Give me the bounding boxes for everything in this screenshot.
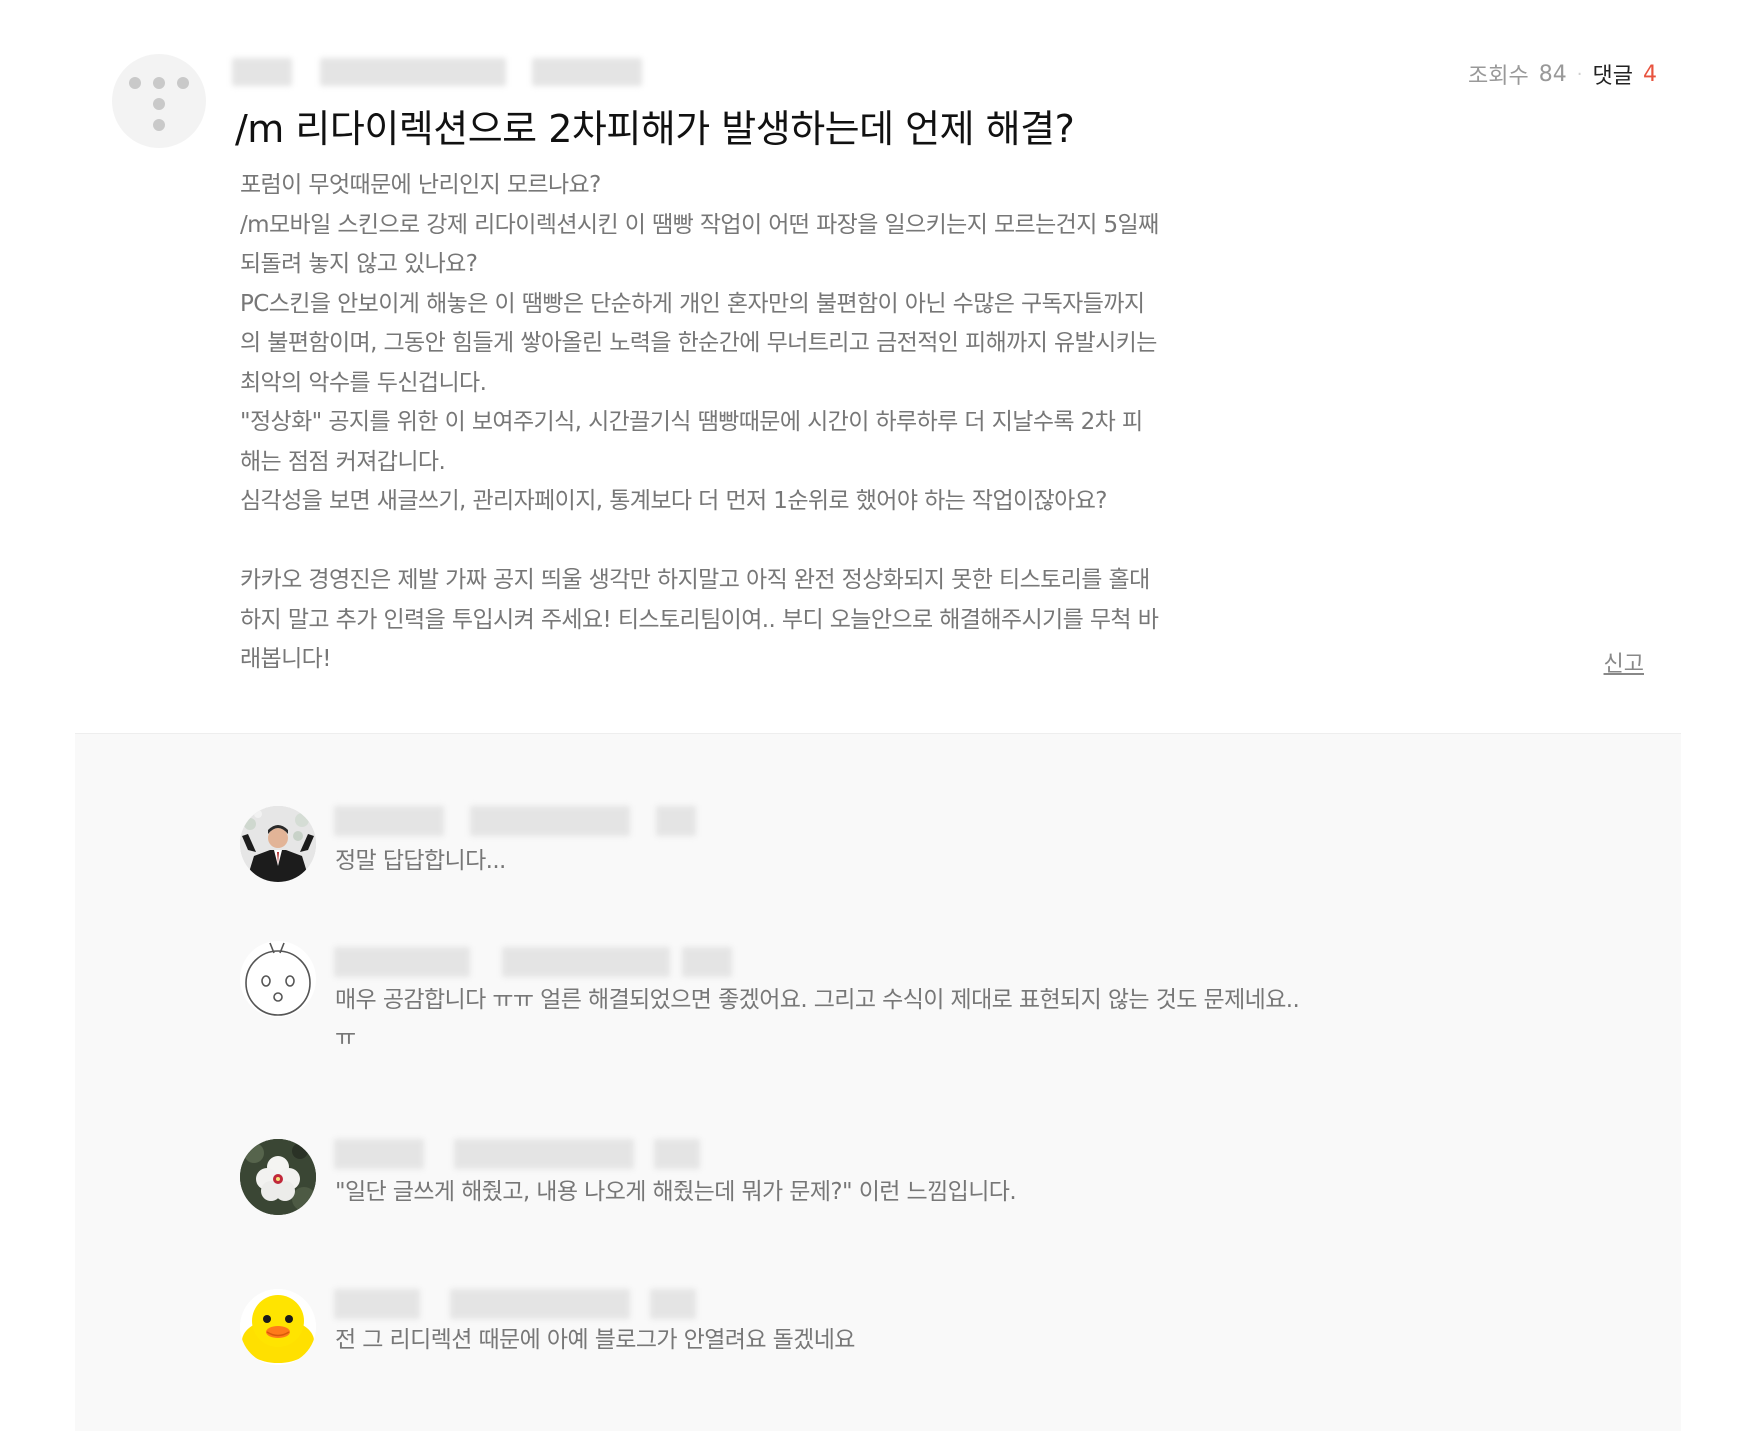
forum-post: 조회수 84 · 댓글 4 /m 리다이렉션으로 2차피해가 발생하는데 언제 … [0,0,1752,738]
comment-line: ㅠ [335,1025,356,1051]
suit-man-avatar[interactable] [240,806,316,882]
duck-image [240,1289,316,1365]
comment-text: "일단 글쓰게 해줬고, 내용 나오게 해줬는데 뭐가 문제?" 이런 느낌입니… [335,1173,1017,1211]
body-line: 심각성을 보면 새글쓰기, 관리자페이지, 통계보다 더 먼저 1순위로 했어야… [240,488,1108,514]
report-link[interactable]: 신고 [1604,646,1644,678]
stats-separator: · [1576,63,1583,85]
comments-label[interactable]: 댓글 [1593,58,1633,90]
tistory-logo-avatar[interactable] [112,54,206,148]
logo-dot [153,77,165,89]
body-line: PC스킨을 안보이게 해놓은 이 땜빵은 단순하게 개인 혼자만의 불편함이 아… [240,290,1145,317]
post-body: 포럼이 무엇때문에 난리인지 모르나요? /m모바일 스킨으로 강제 리다이렉션… [240,166,1260,680]
body-line: "정상화" 공지를 위한 이 보여주기식, 시간끌기식 땜빵때문에 시간이 하루… [240,409,1143,435]
views-count: 84 [1538,61,1567,87]
logo-dot [153,98,165,110]
comment-line: 정말 답답합니다... [335,848,506,874]
views-label: 조회수 [1468,64,1529,89]
body-line: 포럼이 무엇때문에 난리인지 모르나요? [240,172,601,198]
body-line: 래봅니다! [240,646,331,672]
post-title: /m 리다이렉션으로 2차피해가 발생하는데 언제 해결? [235,107,1075,151]
yellow-duck-avatar[interactable] [240,1289,316,1365]
suit-man-image [240,806,316,882]
comments-section: 정말 답답합니다... 매우 공감합니다 ㅠㅠ 얼른 해결되었으면 좋겠어요. … [75,733,1681,1431]
flower-image [240,1139,316,1215]
body-line: 해는 점점 커져갑니다. [240,448,446,475]
post-stats: 조회수 84 · 댓글 4 [1468,58,1657,90]
logo-dot [153,119,165,131]
comment-text: 매우 공감합니다 ㅠㅠ 얼른 해결되었으면 좋겠어요. 그리고 수식이 제대로 … [335,981,1300,1057]
comment-line: 전 그 리디렉션 때문에 아예 블로그가 안열려요 돌겠네요 [335,1327,855,1353]
comment-text: 정말 답답합니다... [335,842,506,880]
post-author-meta-redacted [232,58,642,86]
face-drawing-image [245,942,311,1016]
logo-dot [177,77,189,89]
comment-author-meta-redacted [334,806,744,836]
body-blank-line [240,522,1260,562]
body-line: 의 불편함이며, 그동안 힘들게 쌓아올린 노력을 한순간에 무너트리고 금전적… [240,330,1157,356]
comment-text: 전 그 리디렉션 때문에 아예 블로그가 안열려요 돌겠네요 [335,1321,855,1359]
body-line: 최악의 악수를 두신겁니다. [240,369,487,396]
comment-author-meta-redacted [334,1139,744,1169]
body-line: 하지 말고 추가 인력을 투입시켜 주세요! 티스토리팀이여.. 부디 오늘안으… [240,606,1159,633]
body-line: /m모바일 스킨으로 강제 리다이렉션시킨 이 땜빵 작업이 어떤 파장을 일으… [240,211,1159,238]
comment-author-meta-redacted [334,947,744,977]
logo-dot [129,77,141,89]
comment-line: "일단 글쓰게 해줬고, 내용 나오게 해줬는데 뭐가 문제?" 이런 느낌입니… [335,1179,1017,1205]
body-line: 되돌려 놓지 않고 있나요? [240,251,478,277]
comment-author-meta-redacted [334,1289,744,1319]
white-flower-avatar[interactable] [240,1139,316,1215]
comments-count[interactable]: 4 [1643,62,1657,87]
comment-line: 매우 공감합니다 ㅠㅠ 얼른 해결되었으면 좋겠어요. 그리고 수식이 제대로 … [335,987,1300,1013]
body-line: 카카오 경영진은 제발 가짜 공지 띄울 생각만 하지말고 아직 완전 정상화되… [240,567,1150,593]
line-drawing-face-avatar[interactable] [240,941,316,1017]
